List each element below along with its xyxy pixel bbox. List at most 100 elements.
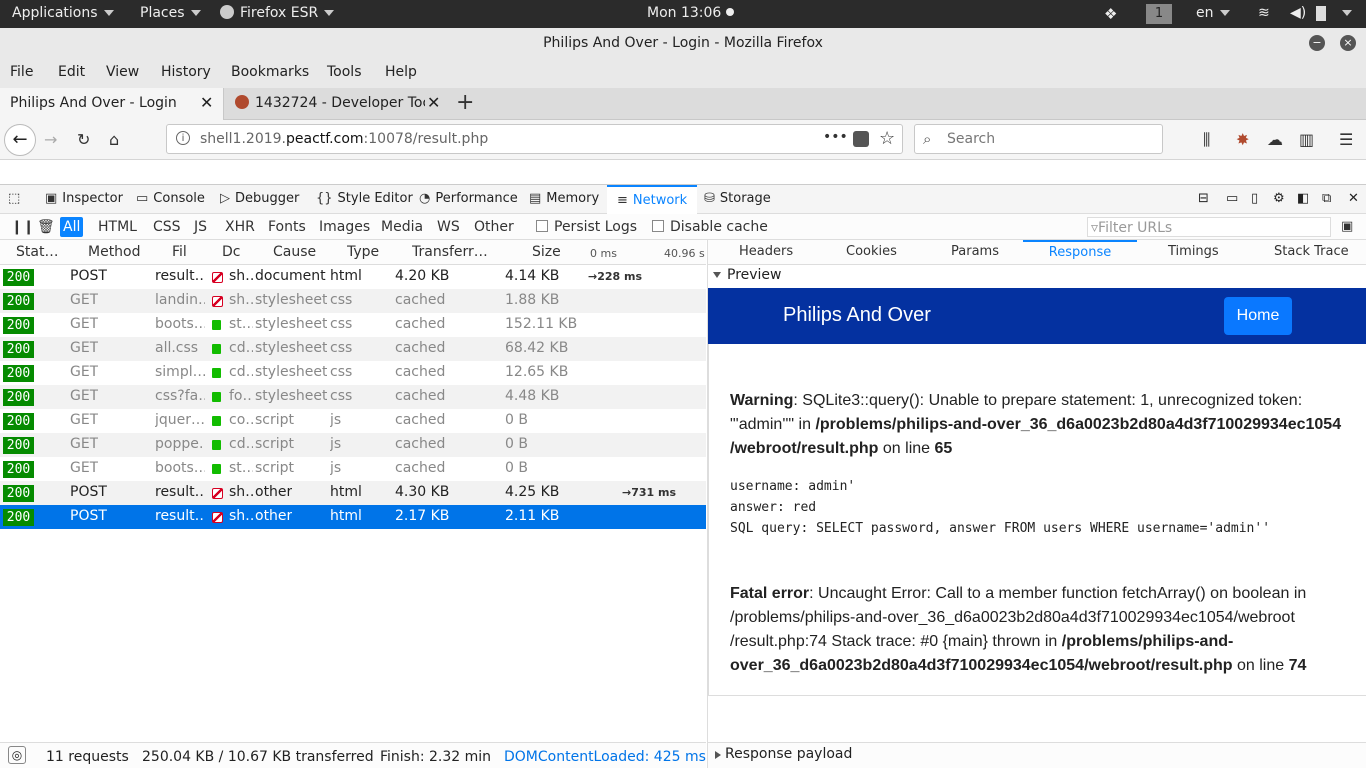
filter-xhr[interactable]: XHR [222, 217, 258, 237]
applications-menu[interactable]: Applications [12, 5, 114, 21]
separate-window-icon[interactable]: ⧉ [1322, 191, 1331, 206]
sidebar-icon[interactable]: ▥ [1299, 130, 1314, 149]
apps-indicator-icon[interactable]: ❖ [1104, 5, 1117, 23]
table-row[interactable]: 200 POST result… sh…other html 2.17 KB 2.11 KB [0, 505, 706, 529]
filter-css[interactable]: CSS [150, 217, 184, 237]
col-method[interactable]: Method [88, 244, 141, 260]
hamburger-menu-icon[interactable]: ☰ [1339, 130, 1353, 149]
filter-other[interactable]: Other [471, 217, 517, 237]
col-transferred[interactable]: Transferr… [412, 244, 488, 260]
screenshot-icon[interactable]: ▭ [1226, 191, 1238, 206]
info-icon[interactable]: i [176, 131, 190, 145]
bug-addon-icon[interactable]: ✸ [1236, 130, 1249, 149]
table-row[interactable]: 200 GET poppe… cd…script js cached 0 B [0, 433, 706, 457]
workspace-indicator[interactable]: 1 [1146, 4, 1172, 24]
new-tab-button[interactable]: + [456, 90, 474, 115]
menu-help[interactable]: Help [385, 64, 417, 80]
tab-developer-tools-bug[interactable]: 1432724 - Developer Toc ✕ [225, 88, 445, 120]
reload-button[interactable]: ↻ [77, 130, 90, 149]
settings-gear-icon[interactable]: ⚙ [1273, 191, 1285, 206]
toggle-panel-icon[interactable]: ▣ [1338, 217, 1356, 237]
clear-trash-icon[interactable]: 🗑 [34, 217, 58, 237]
devtools-tab-style-editor[interactable]: {} Style Editor [316, 191, 413, 206]
tab-params[interactable]: Params [951, 244, 999, 259]
table-row[interactable]: 200 GET css?fa… fo…stylesheetcss cached 4.48 … [0, 385, 706, 409]
site-brand[interactable]: Philips And Over [783, 304, 931, 327]
page-actions-button[interactable]: ••• [823, 129, 848, 145]
table-row[interactable]: 200 POST result… sh…other html 4.30 KB 4.25 KB… [0, 481, 706, 505]
close-tab-icon[interactable]: ✕ [425, 88, 441, 118]
filter-ws[interactable]: WS [434, 217, 463, 237]
col-status[interactable]: Stat… [16, 244, 60, 260]
menu-edit[interactable]: Edit [58, 64, 85, 80]
table-row[interactable]: 200 GET all.css cd…stylesheetcss cached 68.42… [0, 337, 706, 361]
debug-line-username: username: admin' [730, 479, 856, 494]
response-payload-toggle[interactable]: Response payload [707, 742, 1366, 768]
places-menu[interactable]: Places [140, 5, 201, 21]
menu-tools[interactable]: Tools [327, 64, 362, 80]
devtools-tab-storage[interactable]: ⛁ Storage [704, 191, 771, 206]
table-row[interactable]: 200 POST result… sh…documenthtml 4.20 KB 4.14… [0, 265, 706, 289]
tab-cookies[interactable]: Cookies [846, 244, 897, 259]
tab-philips-login[interactable]: Philips And Over - Login ✕ [0, 88, 224, 120]
filter-media[interactable]: Media [378, 217, 426, 237]
menu-file[interactable]: File [10, 64, 33, 80]
close-tab-icon[interactable]: ✕ [200, 88, 213, 118]
dock-side-icon[interactable]: ◧ [1297, 191, 1309, 206]
col-file[interactable]: Fil [172, 244, 187, 260]
minimize-button[interactable]: − [1309, 35, 1325, 51]
menu-history[interactable]: History [161, 64, 211, 80]
col-domain[interactable]: Dc [222, 244, 240, 260]
frames-icon[interactable]: ▯ [1251, 191, 1258, 206]
devtools-tab-memory[interactable]: ▤ Memory [529, 191, 599, 206]
power-menu[interactable] [1342, 5, 1352, 21]
tab-timings[interactable]: Timings [1168, 244, 1219, 259]
forward-button[interactable]: → [44, 130, 57, 149]
bookmark-star-icon[interactable]: ☆ [879, 128, 895, 149]
disable-cache-checkbox[interactable]: Disable cache [649, 217, 771, 237]
table-row[interactable]: 200 GET landin… sh…stylesheetcss cached 1.88 … [0, 289, 706, 313]
tab-stack-trace[interactable]: Stack Trace [1274, 244, 1349, 259]
responsive-mode-icon[interactable]: ⊟ [1198, 191, 1209, 206]
col-size[interactable]: Size [532, 244, 561, 260]
devtools-tab-performance[interactable]: ◔ Performance [419, 191, 518, 206]
table-row[interactable]: 200 GET boots… st…stylesheetcss cached 152.11… [0, 313, 706, 337]
element-picker-icon[interactable]: ⬚ [8, 191, 20, 206]
filter-fonts[interactable]: Fonts [265, 217, 309, 237]
firefox-app-menu[interactable]: Firefox ESR [220, 5, 335, 21]
cell-type: js [330, 460, 342, 476]
home-button[interactable]: Home [1224, 297, 1292, 335]
table-row[interactable]: 200 GET boots… st…script js cached 0 B [0, 457, 706, 481]
filter-js[interactable]: JS [191, 217, 210, 237]
back-button[interactable]: ← [4, 124, 36, 156]
close-window-button[interactable]: × [1340, 35, 1356, 51]
filter-all[interactable]: All [60, 217, 84, 237]
home-button[interactable]: ⌂ [109, 130, 119, 149]
persist-logs-checkbox[interactable]: Persist Logs [533, 217, 640, 237]
menu-view[interactable]: View [106, 64, 139, 80]
language-menu[interactable]: en [1196, 5, 1230, 21]
col-type[interactable]: Type [347, 244, 379, 260]
search-field[interactable]: ⌕ Search [914, 124, 1163, 154]
tab-headers[interactable]: Headers [739, 244, 793, 259]
table-row[interactable]: 200 GET simpl… cd…stylesheetcss cached 12.65 … [0, 361, 706, 385]
devtools-tab-inspector[interactable]: ▣ Inspector [45, 191, 123, 206]
library-icon[interactable]: ⫼ [1203, 130, 1210, 150]
devtools-tab-debugger[interactable]: ▷ Debugger [220, 191, 299, 206]
devtools-tab-console[interactable]: ▭ Console [136, 191, 205, 206]
devtools-tab-network[interactable]: ≡ Network [607, 185, 698, 214]
clock[interactable]: Mon 13:06 [647, 5, 734, 21]
url-bar[interactable]: i shell1.2019.peactf.com:10078/result.ph… [166, 124, 903, 154]
pocket-icon[interactable] [853, 131, 869, 147]
filter-urls-input[interactable]: ▿Filter URLs [1087, 217, 1331, 237]
preview-toggle[interactable]: Preview [713, 267, 782, 283]
filter-images[interactable]: Images [316, 217, 373, 237]
tab-response[interactable]: Response [1023, 240, 1137, 265]
sync-icon[interactable]: ☁ [1267, 130, 1283, 149]
table-row[interactable]: 200 GET jquer… co…script js cached 0 B [0, 409, 706, 433]
col-cause[interactable]: Cause [273, 244, 316, 260]
performance-analysis-icon[interactable]: ◎ [8, 746, 26, 764]
close-devtools-icon[interactable]: ✕ [1348, 191, 1359, 206]
menu-bookmarks[interactable]: Bookmarks [231, 64, 309, 80]
filter-html[interactable]: HTML [95, 217, 140, 237]
